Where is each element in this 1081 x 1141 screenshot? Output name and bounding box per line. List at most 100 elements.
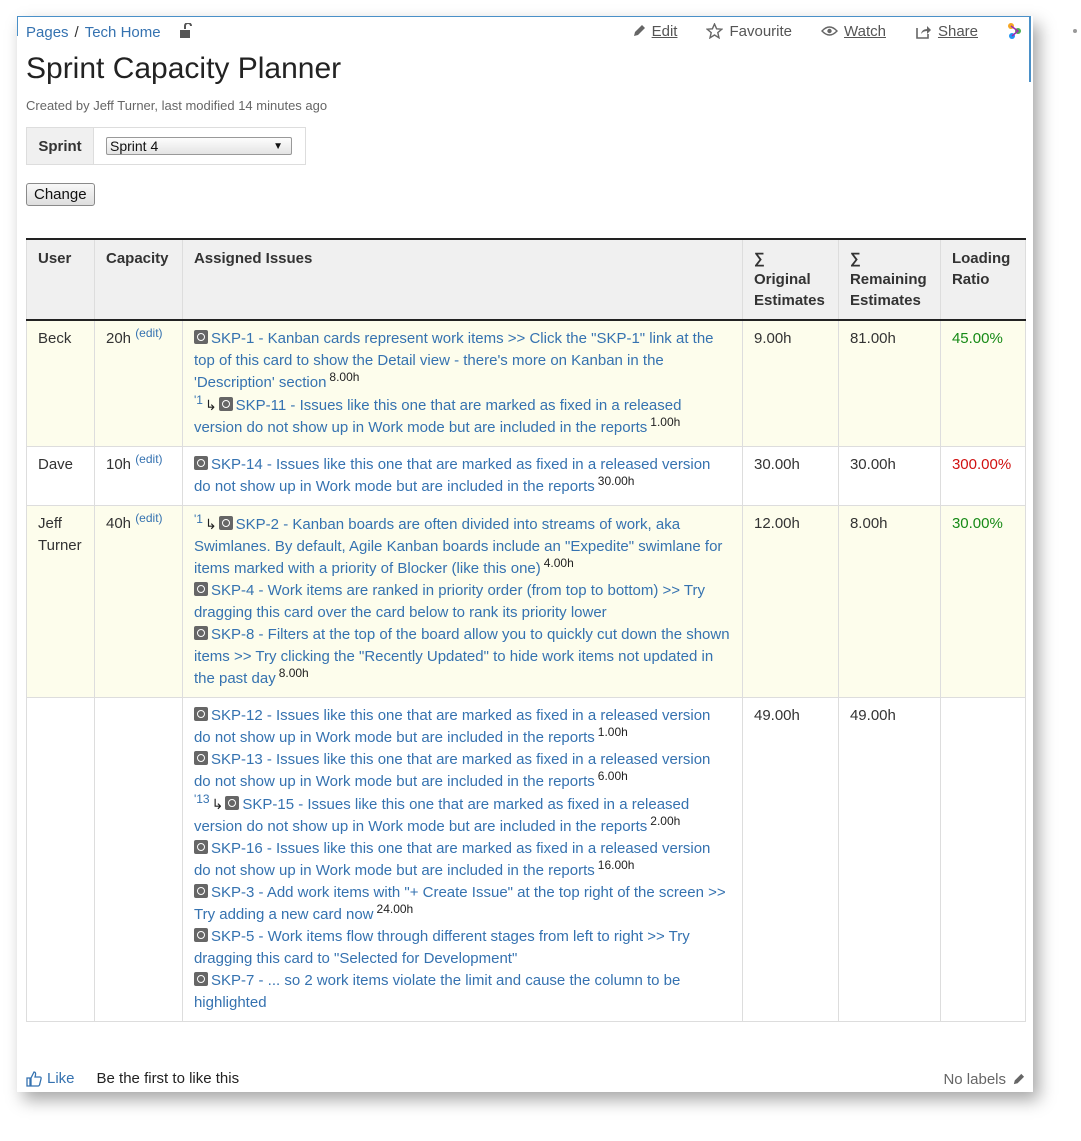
capacity-value: 10h	[105, 456, 132, 473]
parent-issue-link[interactable]: '1	[194, 393, 203, 407]
breadcrumb: Pages / Tech Home	[26, 22, 193, 43]
user-cell: Dave	[26, 446, 95, 506]
addon-button[interactable]	[1007, 22, 1029, 40]
edit-capacity-link[interactable]: (edit)	[135, 511, 162, 525]
table-row: Dave 10h (edit) SKP-14 - Issues like this …	[26, 446, 1027, 506]
issue-link[interactable]: SKP-3 - Add work items with "+ Create Is…	[194, 884, 726, 923]
issue-link[interactable]: SKP-4 - Work items are ranked in priorit…	[194, 582, 705, 621]
parent-issue-link[interactable]: '1	[194, 512, 203, 526]
issue-type-icon	[218, 516, 233, 530]
parent-issue-link[interactable]: '13	[194, 792, 210, 806]
issue-estimate: 2.00h	[650, 814, 681, 828]
page-actions: Edit Favourite Watch Share	[603, 22, 1077, 40]
issue-item: '1 ↳ SKP-11 - Issues like this one that ar…	[194, 394, 731, 439]
header-original-estimates: ∑ Original Estimates	[741, 239, 839, 320]
assigned-issues-cell: SKP-1 - Kanban cards represent work item…	[181, 319, 743, 447]
original-estimate-cell: 49.00h	[741, 697, 839, 1022]
watch-label: Watch	[844, 22, 886, 40]
breadcrumb-separator: /	[74, 24, 79, 41]
issue-item: SKP-1 - Kanban cards represent work item…	[193, 328, 731, 394]
user-cell	[26, 697, 95, 1022]
remaining-estimate-cell: 49.00h	[837, 697, 941, 1022]
watch-button[interactable]: Watch	[821, 23, 886, 40]
issue-estimate: 6.00h	[597, 769, 628, 783]
assigned-issues-cell: '1 ↳ SKP-2 - Kanban boards are often divid…	[181, 505, 743, 698]
issue-estimate: 1.00h	[650, 415, 681, 429]
change-button[interactable]: Change	[26, 183, 95, 206]
capacity-table: User Capacity Assigned Issues ∑ Original E…	[26, 238, 1027, 1022]
issue-item: '13 ↳ SKP-15 - Issues like this one that a…	[194, 793, 731, 838]
page-metadata: Created by Jeff Turner, last modified 14…	[26, 98, 328, 113]
like-status-text: Be the first to like this	[96, 1070, 240, 1087]
issue-type-icon	[225, 796, 240, 810]
capacity-cell: 20h (edit)	[93, 319, 183, 447]
issue-link[interactable]: SKP-8 - Filters at the top of the board …	[194, 626, 730, 687]
breadcrumb-pages[interactable]: Pages	[26, 24, 69, 41]
loading-ratio-cell: 300.00%	[939, 446, 1027, 506]
issue-type-icon	[218, 397, 233, 411]
edit-capacity-link[interactable]: (edit)	[135, 452, 162, 466]
issue-type-icon	[193, 972, 208, 986]
subtask-arrow-icon: ↳	[211, 796, 224, 812]
breadcrumb-space[interactable]: Tech Home	[85, 24, 161, 41]
table-header-row: User Capacity Assigned Issues ∑ Original E…	[26, 239, 1027, 320]
issue-type-icon	[193, 840, 208, 854]
like-button[interactable]: Like	[26, 1070, 75, 1087]
sprint-selector-form: Sprint Sprint 4 ▼	[26, 127, 306, 165]
issue-item: SKP-5 - Work items flow through differen…	[193, 926, 731, 970]
edit-labels-pencil-icon[interactable]	[1012, 1073, 1025, 1086]
issue-link[interactable]: SKP-1 - Kanban cards represent work item…	[194, 330, 714, 391]
unlock-icon[interactable]	[179, 22, 193, 43]
capacity-value: 20h	[105, 330, 132, 347]
issue-item: '1 ↳ SKP-2 - Kanban boards are often divid…	[194, 513, 731, 580]
issue-link[interactable]: SKP-12 - Issues like this one that are m…	[194, 707, 710, 746]
issue-type-icon	[193, 626, 208, 640]
header-loading-ratio: Loading Ratio	[939, 239, 1027, 320]
issue-type-icon	[193, 751, 208, 765]
remaining-estimate-cell: 30.00h	[837, 446, 941, 506]
eye-icon	[821, 26, 838, 36]
user-cell: Jeff Turner	[26, 505, 95, 698]
issue-item: SKP-4 - Work items are ranked in priorit…	[193, 580, 731, 624]
issue-estimate: 8.00h	[278, 666, 309, 680]
issue-link[interactable]: SKP-13 - Issues like this one that are m…	[194, 751, 710, 790]
capacity-cell	[93, 697, 183, 1022]
more-actions-icon[interactable]	[1073, 29, 1077, 33]
issue-item: SKP-14 - Issues like this one that are m…	[193, 454, 731, 498]
issue-link[interactable]: SKP-11 - Issues like this one that are m…	[194, 397, 681, 436]
issue-link[interactable]: SKP-2 - Kanban boards are often divided …	[194, 516, 722, 577]
sprint-select[interactable]: Sprint 4 ▼	[106, 137, 292, 155]
share-label: Share	[937, 22, 978, 40]
edit-button[interactable]: Edit	[632, 22, 678, 40]
star-icon	[706, 23, 724, 39]
thumbs-up-icon	[26, 1070, 42, 1087]
issue-estimate: 24.00h	[376, 902, 414, 916]
issue-item: SKP-7 - ... so 2 work items violate the …	[193, 970, 731, 1014]
loading-ratio-cell: 45.00%	[939, 319, 1027, 447]
header-assigned-issues: Assigned Issues	[181, 239, 743, 320]
issue-type-icon	[193, 456, 208, 470]
issue-estimate: 8.00h	[329, 370, 360, 384]
favourite-button[interactable]: Favourite	[706, 23, 792, 40]
issue-item: SKP-16 - Issues like this one that are m…	[193, 838, 731, 882]
header-capacity: Capacity	[93, 239, 183, 320]
edit-capacity-link[interactable]: (edit)	[135, 326, 162, 340]
assigned-issues-cell: SKP-14 - Issues like this one that are m…	[181, 446, 743, 506]
favourite-label: Favourite	[729, 22, 793, 40]
issue-item: SKP-13 - Issues like this one that are m…	[193, 749, 731, 793]
issue-estimate: 16.00h	[597, 858, 635, 872]
issue-link[interactable]: SKP-7 - ... so 2 work items violate the …	[194, 972, 680, 1011]
original-estimate-cell: 9.00h	[741, 319, 839, 447]
page-title: Sprint Capacity Planner	[26, 52, 342, 85]
user-cell: Beck	[26, 319, 95, 447]
issue-link[interactable]: SKP-5 - Work items flow through differen…	[194, 928, 690, 967]
issue-link[interactable]: SKP-15 - Issues like this one that are m…	[194, 796, 689, 835]
no-labels-text: No labels	[943, 1071, 1006, 1088]
edit-label: Edit	[651, 22, 678, 40]
issue-item: SKP-8 - Filters at the top of the board …	[193, 624, 731, 690]
table-row: Beck 20h (edit) SKP-1 - Kanban cards repre…	[26, 319, 1027, 447]
issue-estimate: 4.00h	[543, 556, 574, 570]
labels-area: No labels	[943, 1071, 1025, 1088]
share-button[interactable]: Share	[915, 23, 978, 40]
issue-type-icon	[193, 582, 208, 596]
